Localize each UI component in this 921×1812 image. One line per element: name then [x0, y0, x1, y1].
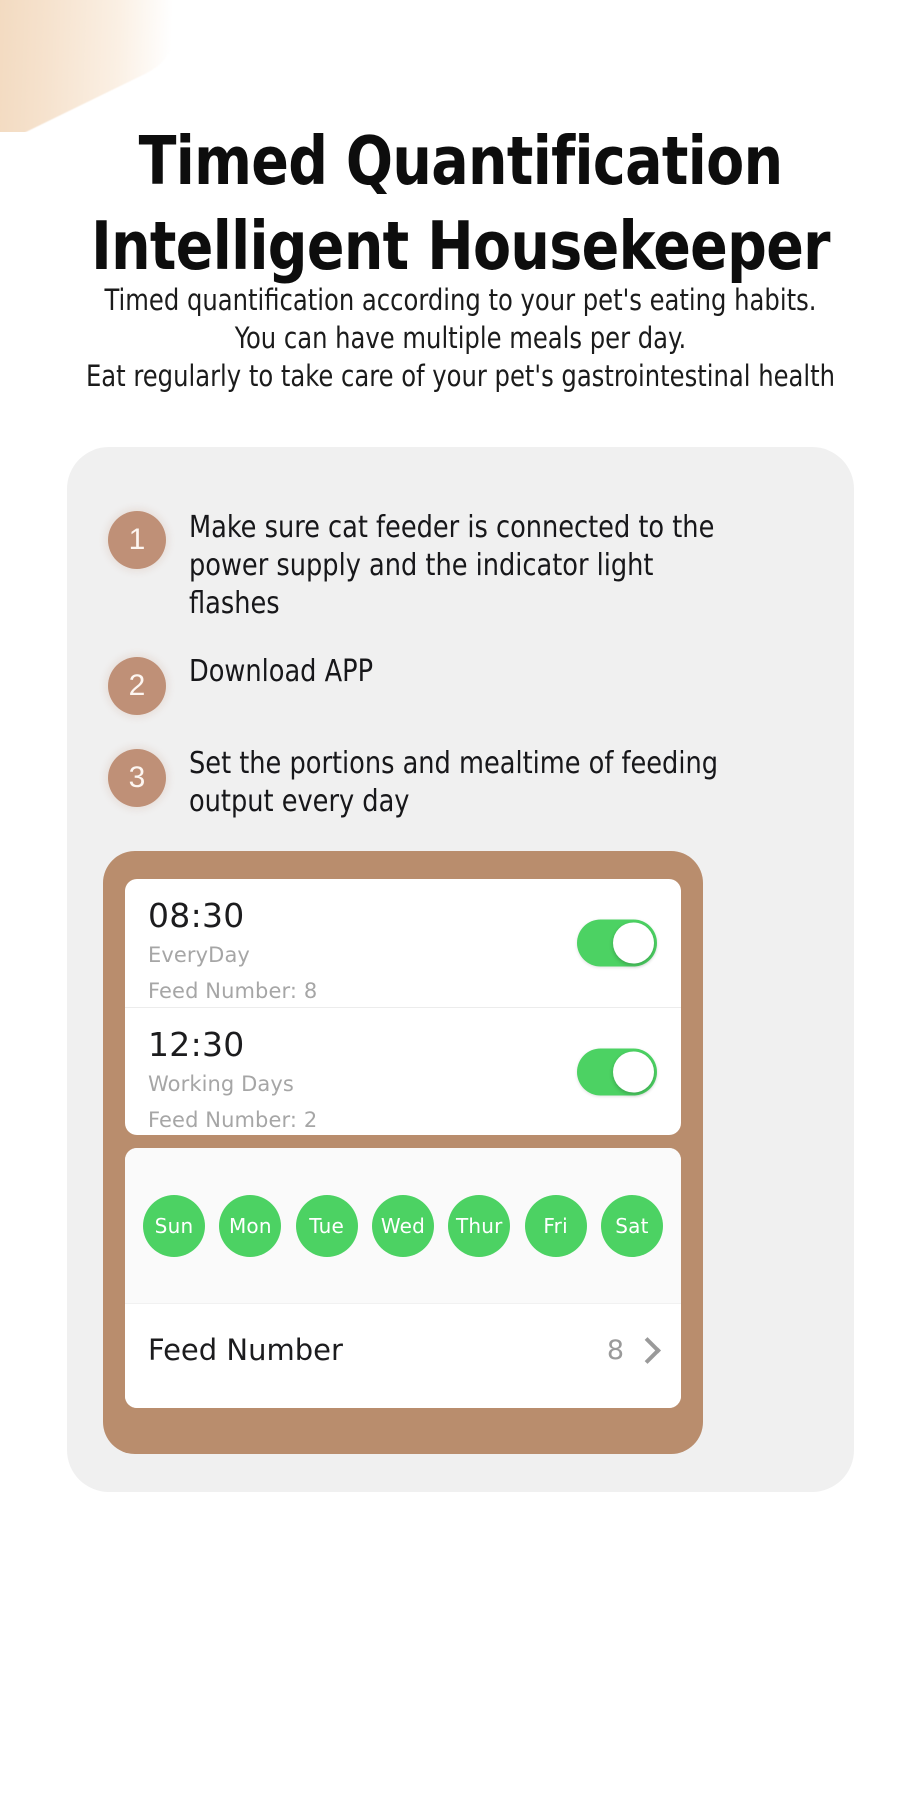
step-number-badge: 3	[108, 749, 166, 807]
feed-number-label: Feed Number	[148, 1333, 343, 1367]
step-item: 1 Make sure cat feeder is connected to t…	[108, 509, 816, 623]
toggle-knob	[613, 1051, 654, 1092]
weekday-pill-fri[interactable]: Fri	[524, 1194, 587, 1257]
weekday-pill-thur[interactable]: Thur	[448, 1194, 511, 1257]
steps-list: 1 Make sure cat feeder is connected to t…	[108, 509, 816, 821]
schedule-feed-number: Feed Number: 8	[148, 979, 318, 1003]
chevron-right-icon[interactable]	[634, 1336, 661, 1364]
step-item: 3 Set the portions and mealtime of feedi…	[108, 745, 816, 821]
weekday-pill-sun[interactable]: Sun	[143, 1194, 205, 1257]
corner-image-bleed	[0, 0, 215, 132]
step-item: 2 Download APP	[108, 653, 816, 715]
step-text: Download APP	[189, 654, 374, 689]
step-text: Set the portions and mealtime of feeding…	[189, 746, 719, 819]
weekday-pill-tue[interactable]: Tue	[295, 1194, 358, 1257]
schedule-card: 08:30 EveryDay Feed Number: 8 12:30 Work…	[125, 879, 681, 1135]
page-title: Timed Quantification Intelligent Houseke…	[37, 119, 884, 289]
schedule-feed-number: Feed Number: 2	[148, 1108, 318, 1132]
weekday-card: Sun Mon Tue Wed Thur Fri Sat Feed Number…	[125, 1148, 681, 1408]
feed-number-value: 8	[606, 1334, 624, 1366]
step-text: Make sure cat feeder is connected to the…	[189, 510, 715, 621]
weekday-pill-mon[interactable]: Mon	[219, 1194, 282, 1257]
schedule-row[interactable]: 08:30 EveryDay Feed Number: 8	[125, 879, 681, 1007]
page-title-line-1: Timed Quantification	[138, 121, 784, 200]
schedule-toggle[interactable]	[577, 1048, 657, 1095]
weekday-pill-wed[interactable]: Wed	[371, 1194, 434, 1257]
step-number-badge: 2	[108, 657, 166, 715]
page-subtitle-line-2: You can have multiple meals per day.	[234, 321, 687, 355]
instructions-panel: 1 Make sure cat feeder is connected to t…	[67, 447, 854, 1492]
page-subtitle: Timed quantification according to your p…	[32, 281, 889, 395]
schedule-toggle[interactable]	[577, 919, 657, 967]
phone-mockup-frame: 08:30 EveryDay Feed Number: 8 12:30 Work…	[103, 851, 703, 1454]
step-number-badge: 1	[108, 511, 166, 569]
toggle-knob	[613, 922, 654, 964]
weekday-pill-sat[interactable]: Sat	[600, 1194, 663, 1257]
page-subtitle-line-1: Timed quantification according to your p…	[104, 283, 817, 317]
schedule-row[interactable]: 12:30 Working Days Feed Number: 2	[125, 1007, 681, 1135]
page-subtitle-line-3: Eat regularly to take care of your pet's…	[85, 359, 836, 393]
weekday-selector: Sun Mon Tue Wed Thur Fri Sat	[125, 1148, 681, 1303]
page-title-line-2: Intelligent Housekeeper	[91, 206, 830, 285]
feed-number-right: 8	[606, 1334, 661, 1366]
card-bottom-padding	[125, 1396, 681, 1408]
feed-number-row[interactable]: Feed Number 8	[125, 1303, 681, 1396]
